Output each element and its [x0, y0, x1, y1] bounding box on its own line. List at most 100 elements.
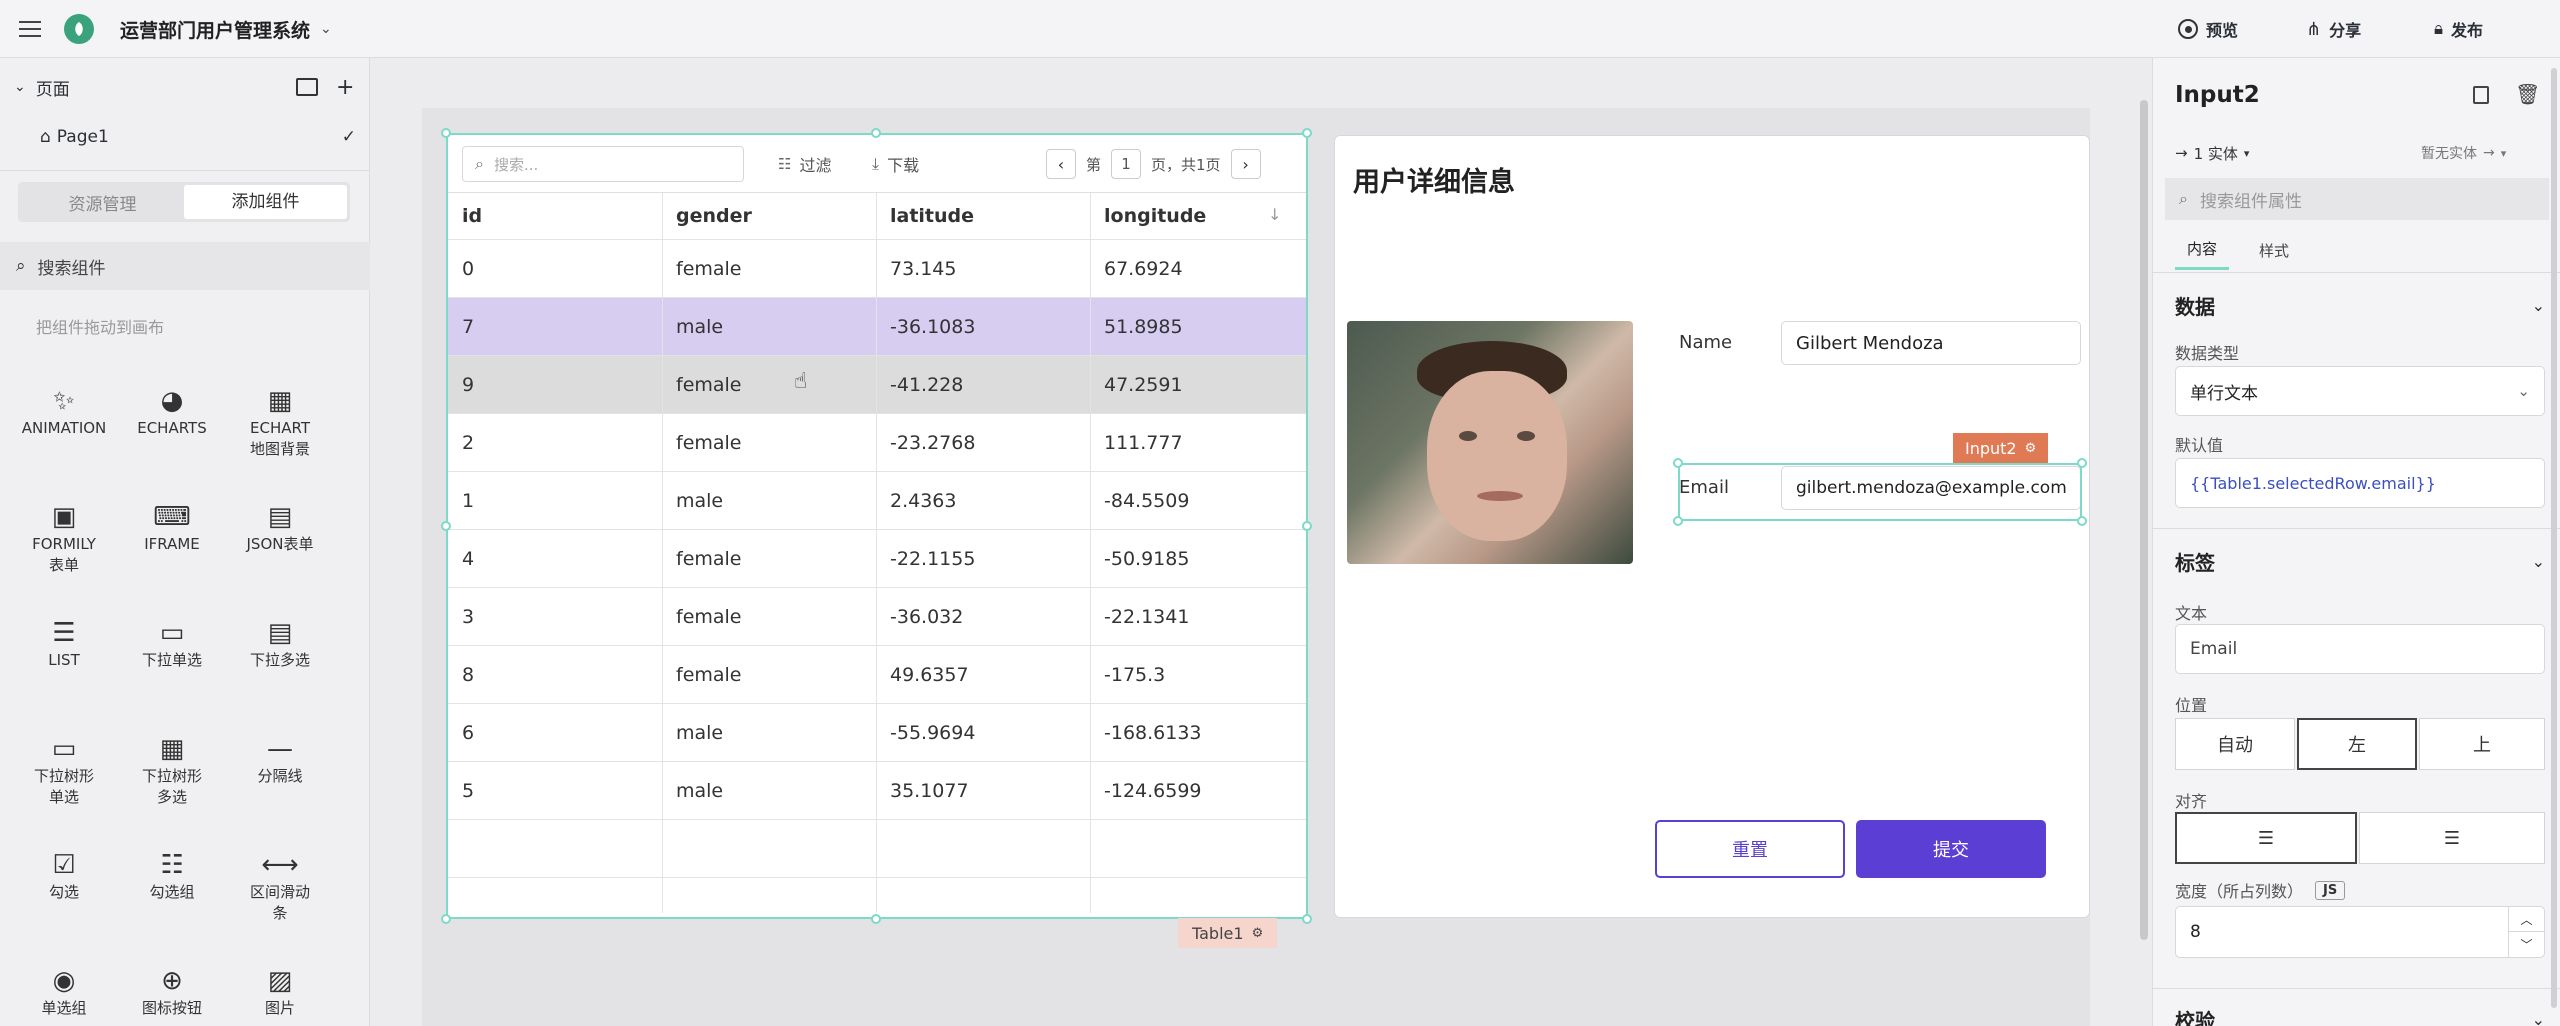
position-top[interactable]: 上	[2419, 718, 2545, 770]
component-item[interactable]: — 分隔线	[234, 726, 326, 787]
tab-resources[interactable]: 资源管理	[21, 190, 184, 215]
share-button[interactable]: ⋔ 分享	[2306, 14, 2361, 44]
menu-icon[interactable]	[16, 16, 44, 42]
drag-hint: 把组件拖动到画布	[36, 318, 165, 337]
table-search-input[interactable]: ⌕ 搜索...	[462, 146, 744, 182]
component-item[interactable]: ▭ 下拉单选	[126, 610, 218, 671]
resize-handle[interactable]	[1302, 128, 1312, 138]
increment-button[interactable]: ︿	[2509, 907, 2544, 932]
label-text-input[interactable]: Email	[2175, 624, 2545, 674]
data-type-select[interactable]: 单行文本 ⌄	[2175, 366, 2545, 416]
filter-button[interactable]: ☷ 过滤	[778, 148, 831, 180]
download-button[interactable]: ⤓ 下载	[872, 148, 919, 180]
column-header[interactable]: latitude	[890, 193, 974, 239]
page-number-input[interactable]: 1	[1111, 149, 1142, 179]
default-value-input[interactable]: {{Table1.selectedRow.email}}	[2175, 458, 2545, 508]
column-header[interactable]: gender	[676, 193, 752, 239]
label-section-header[interactable]: 标签 ⌄	[2175, 544, 2545, 578]
column-header[interactable]: id	[462, 193, 482, 239]
table-widget[interactable]: ⌕ 搜索... ☷ 过滤 ⤓ 下载 ‹ 第 1 页，共1页 › id gender…	[447, 133, 1307, 918]
component-item[interactable]: ⌨ IFRAME	[126, 494, 218, 555]
preview-button[interactable]: 预览	[2178, 14, 2238, 44]
reset-button[interactable]: 重置	[1655, 820, 1845, 878]
resize-handle[interactable]	[1302, 521, 1312, 531]
width-value: 8	[2190, 922, 2201, 942]
table-row[interactable]: 4 female -22.1155 -50.9185	[448, 529, 1306, 587]
chevron-down-icon[interactable]: ⌄	[14, 79, 26, 95]
resize-handle[interactable]	[871, 128, 881, 138]
table-row[interactable]: 0 female 73.145 67.6924	[448, 239, 1306, 297]
tab-content[interactable]: 内容	[2175, 230, 2230, 270]
input-tag[interactable]: Input2 ⚙	[1953, 433, 2049, 463]
table-tag[interactable]: Table1 ⚙	[1178, 918, 1278, 948]
copy-icon[interactable]	[2473, 86, 2489, 104]
entity-dropdown[interactable]: → 1 实体 ▾	[2175, 140, 2249, 166]
resize-handle[interactable]	[441, 521, 451, 531]
sort-icon[interactable]: ↓	[1268, 205, 1281, 224]
component-item[interactable]: ☑ 勾选	[18, 842, 110, 903]
component-item[interactable]: ▤ JSON表单	[234, 494, 326, 555]
align-left-button[interactable]: ☰	[2175, 812, 2357, 864]
submit-button[interactable]: 提交	[1856, 820, 2046, 878]
component-item[interactable]: ◉ 单选组	[18, 958, 110, 1019]
resize-handle[interactable]	[441, 128, 451, 138]
resize-handle[interactable]	[871, 914, 881, 924]
table-row[interactable]: 6 male -55.9694 -168.6133	[448, 703, 1306, 761]
component-item[interactable]: ▨ 图片	[234, 958, 326, 1019]
inspector-tabs: 内容 样式	[2175, 230, 2289, 270]
component-item[interactable]: ✨︎ ANIMATION	[18, 378, 110, 439]
inspector-scrollbar[interactable]	[2551, 68, 2557, 1008]
table-cell: 67.6924	[1104, 258, 1183, 280]
table-row[interactable]: 2 female -23.2768 111.777	[448, 413, 1306, 471]
delete-icon[interactable]: 🗑︎	[2515, 82, 2540, 106]
resize-handle[interactable]	[1673, 516, 1683, 526]
tab-style[interactable]: 样式	[2259, 232, 2289, 269]
position-auto[interactable]: 自动	[2175, 718, 2295, 770]
layout-icon[interactable]	[296, 78, 318, 96]
table-row[interactable]: 9 female -41.228 47.2591	[448, 355, 1306, 413]
component-item[interactable]: ▦ ECHART 地图背景	[234, 378, 326, 460]
next-page-button[interactable]: ›	[1230, 149, 1261, 179]
component-item[interactable]: ▤ 下拉多选	[234, 610, 326, 671]
js-toggle-badge[interactable]: JS	[2315, 880, 2346, 900]
table-row[interactable]: 3 female -36.032 -22.1341	[448, 587, 1306, 645]
column-header[interactable]: longitude	[1104, 193, 1206, 239]
table-cell: -84.5509	[1104, 490, 1190, 512]
component-search-input[interactable]: 搜索组件	[38, 254, 106, 279]
prev-page-button[interactable]: ‹	[1046, 149, 1076, 179]
property-search-input[interactable]: ⌕ 搜索组件属性	[2165, 178, 2549, 220]
component-item[interactable]: ☷ 勾选组	[126, 842, 218, 903]
name-input[interactable]: Gilbert Mendoza	[1781, 321, 2081, 365]
component-item[interactable]: ▣ FORMILY 表单	[18, 494, 110, 576]
resize-handle[interactable]	[2077, 458, 2087, 468]
component-item[interactable]: ⟷ 区间滑动 条	[234, 842, 326, 924]
component-item[interactable]: ▭ 下拉树形 单选	[18, 726, 110, 808]
component-item[interactable]: ◕ ECHARTS	[126, 378, 218, 439]
validate-section-header[interactable]: 校验 ⌄	[2175, 1002, 2545, 1026]
table-row[interactable]: 8 female 49.6357 -175.3	[448, 645, 1306, 703]
align-right-button[interactable]: ☰	[2359, 812, 2545, 864]
data-section-header[interactable]: 数据 ⌄	[2175, 288, 2545, 322]
component-item[interactable]: ⊕ 图标按钮	[126, 958, 218, 1019]
add-page-icon[interactable]: +	[336, 75, 354, 100]
app-title-dropdown[interactable]: 运营部门用户管理系统 ⌄	[120, 14, 332, 44]
table-row[interactable]: 1 male 2.4363 -84.5509	[448, 471, 1306, 529]
resize-handle[interactable]	[2077, 516, 2087, 526]
decrement-button[interactable]: ﹀	[2509, 932, 2544, 956]
width-number-input[interactable]: 8 ︿ ﹀	[2175, 906, 2545, 958]
canvas-scrollbar[interactable]	[2140, 100, 2148, 940]
table-row[interactable]: 7 male -36.1083 51.8985	[448, 297, 1306, 355]
resize-handle[interactable]	[1673, 458, 1683, 468]
resize-handle[interactable]	[441, 914, 451, 924]
publish-button[interactable]: 🔒︎ 发布	[2434, 14, 2483, 44]
no-entity-dropdown[interactable]: 暂无实体 → ▾	[2421, 140, 2506, 166]
position-left[interactable]: 左	[2297, 718, 2417, 770]
resize-handle[interactable]	[1302, 914, 1312, 924]
component-item[interactable]: ▦ 下拉树形 多选	[126, 726, 218, 808]
component-item[interactable]: ☰ LIST	[18, 610, 110, 671]
tab-add-components[interactable]: 添加组件	[184, 185, 347, 219]
page-item-page1[interactable]: ⌂ Page1 ✓	[40, 120, 356, 154]
table-row[interactable]: 5 male 35.1077 -124.6599	[448, 761, 1306, 819]
email-input[interactable]: gilbert.mendoza@example.com	[1781, 466, 2081, 510]
component-search[interactable]: ⌕ 搜索组件	[0, 242, 370, 290]
